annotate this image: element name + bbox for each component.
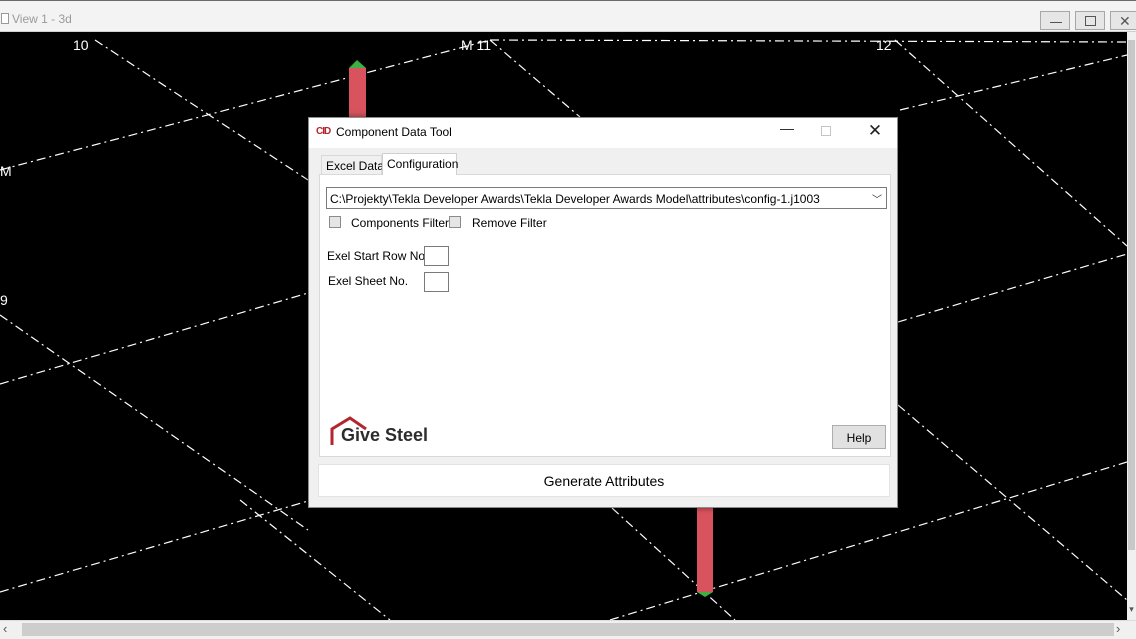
component-data-tool-dialog: CID Component Data Tool — ✕ Excel Data C…: [308, 117, 898, 508]
vertical-scrollbar-thumb[interactable]: [1128, 40, 1135, 550]
grid-line: [897, 404, 1127, 601]
scroll-left-arrow-icon[interactable]: ‹: [3, 621, 7, 636]
dialog-minimize-button[interactable]: —: [775, 120, 799, 144]
grid-label: M: [0, 163, 12, 179]
configuration-panel: C:\Projekty\Tekla Developer Awards\Tekla…: [319, 174, 891, 457]
tab-excel-data[interactable]: Excel Data: [321, 155, 384, 175]
grid-label: 9: [0, 292, 8, 308]
config-file-value: C:\Projekty\Tekla Developer Awards\Tekla…: [330, 192, 820, 206]
grid-line: [489, 39, 1127, 43]
view-restore-button[interactable]: [1075, 11, 1105, 30]
horizontal-scrollbar-thumb[interactable]: [22, 623, 1114, 636]
tab-configuration[interactable]: Configuration: [382, 153, 458, 175]
view-document-icon: [1, 13, 9, 24]
view-title: View 1 - 3d: [12, 12, 72, 26]
grid-line: [894, 39, 1127, 247]
dialog-titlebar[interactable]: CID Component Data Tool — ✕: [309, 118, 897, 148]
start-row-label: Exel Start Row No.: [327, 249, 429, 263]
grid-line: [0, 314, 309, 531]
config-file-dropdown[interactable]: C:\Projekty\Tekla Developer Awards\Tekla…: [326, 187, 887, 209]
brand-name: Give Steel: [341, 425, 429, 445]
scroll-right-arrow-icon[interactable]: ›: [1116, 621, 1120, 636]
grid-line: [899, 54, 1127, 111]
column-member: [697, 508, 713, 592]
grid-label: 10: [73, 37, 89, 53]
components-filter-label[interactable]: Components Filter: [351, 216, 449, 230]
remove-filter-label[interactable]: Remove Filter: [472, 216, 547, 230]
grid-line: [94, 39, 309, 181]
chevron-down-icon[interactable]: ﹀: [872, 191, 882, 206]
generate-attributes-button[interactable]: Generate Attributes: [318, 464, 890, 497]
grid-line: [0, 500, 309, 593]
close-icon: ✕: [1119, 13, 1131, 29]
help-button[interactable]: Help: [832, 425, 886, 449]
grid-label: 12: [876, 37, 892, 53]
dialog-maximize-button: [821, 126, 831, 136]
column-member-base: [697, 592, 713, 597]
column-member-top: [349, 60, 366, 68]
app-logo-icon: CID: [316, 126, 331, 137]
remove-filter-checkbox[interactable]: [449, 216, 461, 228]
grid-line: [0, 292, 309, 385]
minimize-icon: [1050, 22, 1062, 23]
components-filter-checkbox[interactable]: [329, 216, 341, 228]
dialog-close-button[interactable]: ✕: [863, 121, 887, 145]
grid-line: [611, 507, 736, 620]
grid-line: [239, 499, 391, 620]
start-row-input[interactable]: [424, 246, 449, 266]
restore-icon: [1085, 16, 1096, 26]
sheet-no-input[interactable]: [424, 272, 449, 292]
view-close-button[interactable]: ✕: [1110, 11, 1136, 30]
scroll-down-arrow-icon[interactable]: ▾: [1127, 604, 1136, 618]
sheet-no-label: Exel Sheet No.: [328, 274, 409, 288]
grid-line: [897, 253, 1127, 323]
grid-label: M 11: [461, 37, 492, 53]
view-minimize-button[interactable]: [1040, 11, 1070, 30]
view-titlebar: View 1 - 3d ✕: [0, 0, 1136, 32]
dialog-title: Component Data Tool: [336, 125, 452, 139]
column-member: [349, 68, 366, 118]
grid-line: [489, 39, 581, 118]
